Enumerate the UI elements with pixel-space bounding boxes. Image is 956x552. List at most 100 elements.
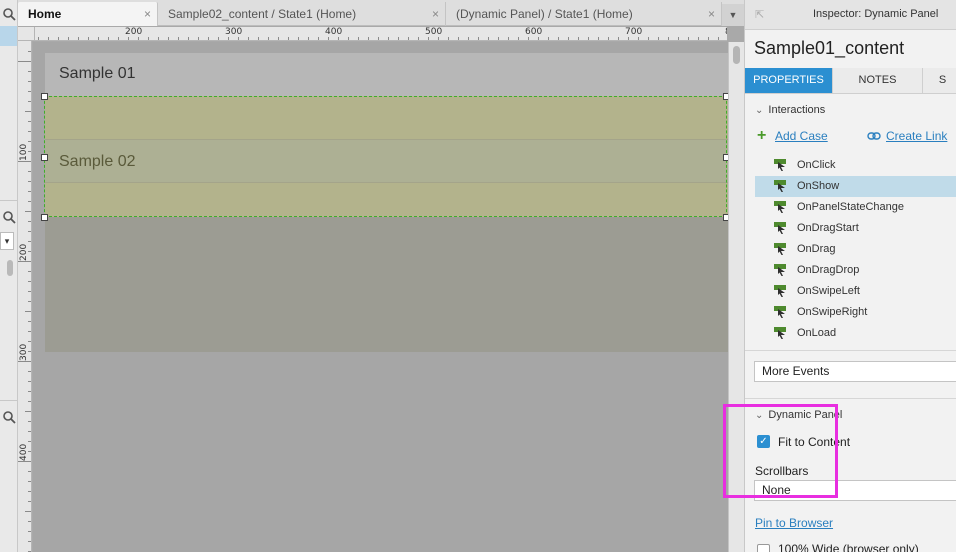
ruler-tick (18, 361, 31, 362)
event-onclick[interactable]: OnClick (755, 155, 956, 176)
close-icon[interactable]: × (708, 2, 715, 26)
ruler-tick (128, 37, 129, 40)
event-label: OnLoad (797, 327, 837, 339)
tab-sample02-content[interactable]: Sample02_content / State1 (Home) × (158, 2, 446, 26)
document-tab-bar: Home × Sample02_content / State1 (Home) … (18, 0, 744, 26)
ruler-tick (558, 37, 559, 40)
ruler-tick (28, 291, 31, 292)
ruler-label: 100 (19, 143, 29, 161)
search-icon[interactable] (2, 210, 16, 224)
event-icon (774, 327, 786, 339)
close-icon[interactable]: × (432, 2, 439, 26)
search-icon[interactable] (2, 410, 16, 424)
ruler-tick (348, 37, 349, 40)
left-panel-selected-row[interactable] (0, 26, 17, 46)
event-onload[interactable]: OnLoad (755, 323, 956, 344)
section-divider (745, 350, 956, 351)
ruler-tick (688, 37, 689, 40)
event-label: OnSwipeLeft (797, 285, 860, 297)
ruler-tick (488, 37, 489, 40)
ruler-label: 300 (225, 27, 243, 37)
more-events-select[interactable]: More Events (754, 361, 956, 382)
chevron-down-icon: ⌄ (755, 105, 764, 116)
tab-style[interactable]: S (923, 68, 956, 93)
ruler-tick (678, 37, 679, 40)
event-onshow[interactable]: OnShow (755, 176, 956, 197)
design-canvas[interactable]: Sample 01 Sample 02 (33, 42, 728, 552)
ruler-tick (218, 37, 219, 40)
event-icon (774, 222, 786, 234)
ruler-tick (28, 331, 31, 332)
ruler-tick (588, 37, 589, 40)
event-label: OnDragStart (797, 222, 859, 234)
selection-outline[interactable] (44, 96, 727, 217)
ruler-tick (388, 37, 389, 40)
add-case-link[interactable]: Add Case (775, 129, 828, 143)
pin-to-browser-link[interactable]: Pin to Browser (755, 516, 833, 530)
ruler-label: 500 (425, 27, 443, 37)
event-icon (774, 285, 786, 297)
ruler-tick (428, 37, 429, 40)
event-label: OnDrag (797, 243, 836, 255)
expand-icon[interactable]: ⇱ (755, 8, 764, 21)
left-panel-dropdown[interactable]: ▾ (0, 232, 14, 250)
wide-browser-label: 100% Wide (browser only) (778, 542, 919, 552)
section-divider (745, 398, 956, 399)
ruler-tick (628, 37, 629, 40)
ruler-tick (18, 161, 31, 162)
interactions-section-header[interactable]: ⌄ Interactions (755, 104, 825, 116)
ruler-tick (28, 471, 31, 472)
sample01-widget[interactable]: Sample 01 (45, 53, 728, 96)
ruler-tick (18, 61, 31, 62)
ruler-tick (408, 37, 409, 40)
event-ondrag[interactable]: OnDrag (755, 239, 956, 260)
ruler-tick (28, 141, 31, 142)
ruler-tick (28, 371, 31, 372)
resize-handle[interactable] (41, 93, 48, 100)
ruler-tick (518, 37, 519, 40)
ruler-tick (608, 37, 609, 40)
inspector-header: ⇱ Inspector: Dynamic Panel (745, 0, 956, 30)
ruler-tick (188, 37, 189, 40)
ruler-label: 700 (625, 27, 643, 37)
tab-menu-chevron-down-icon[interactable]: ▼ (722, 4, 744, 26)
resize-handle[interactable] (41, 214, 48, 221)
annotation-highlight-box (723, 404, 838, 498)
tab-properties[interactable]: PROPERTIES (745, 68, 833, 93)
inspector-tabs: PROPERTIES NOTES S (745, 68, 956, 94)
ruler-tick (478, 37, 479, 40)
event-onpanelstatechange[interactable]: OnPanelStateChange (755, 197, 956, 218)
ruler-tick (28, 491, 31, 492)
ruler-tick (28, 521, 31, 522)
close-icon[interactable]: × (144, 2, 151, 26)
create-link-link[interactable]: Create Link (886, 129, 947, 143)
ruler-tick (358, 37, 359, 40)
scrollbar-thumb[interactable] (733, 46, 740, 64)
event-onswipeleft[interactable]: OnSwipeLeft (755, 281, 956, 302)
left-panel-strip: ▾ (0, 0, 18, 552)
tab-label: (Dynamic Panel) / State1 (Home) (456, 7, 633, 21)
wide-browser-checkbox[interactable] (757, 544, 770, 552)
widget-name-field[interactable]: Sample01_content (754, 38, 904, 59)
search-icon[interactable] (2, 7, 16, 21)
ruler-tick (718, 37, 719, 40)
ruler-label: 400 (325, 27, 343, 37)
event-label: OnDragDrop (797, 264, 860, 276)
resize-handle[interactable] (41, 154, 48, 161)
left-panel-scrollbar[interactable] (7, 260, 13, 276)
ruler-tick (228, 37, 229, 40)
link-icon (867, 132, 881, 140)
event-ondragstart[interactable]: OnDragStart (755, 218, 956, 239)
ruler-tick (25, 411, 31, 412)
tab-notes[interactable]: NOTES (833, 68, 923, 93)
ruler-tick (138, 37, 139, 40)
event-onswiperight[interactable]: OnSwipeRight (755, 302, 956, 323)
event-label: OnPanelStateChange (797, 201, 905, 213)
tab-home[interactable]: Home × (18, 2, 158, 26)
ruler-label: 400 (19, 443, 29, 461)
event-ondragdrop[interactable]: OnDragDrop (755, 260, 956, 281)
ruler-tick (658, 37, 659, 40)
left-panel-divider (0, 200, 17, 201)
tab-dynamic-panel-state1[interactable]: (Dynamic Panel) / State1 (Home) × (446, 2, 722, 26)
ruler-tick (28, 321, 31, 322)
